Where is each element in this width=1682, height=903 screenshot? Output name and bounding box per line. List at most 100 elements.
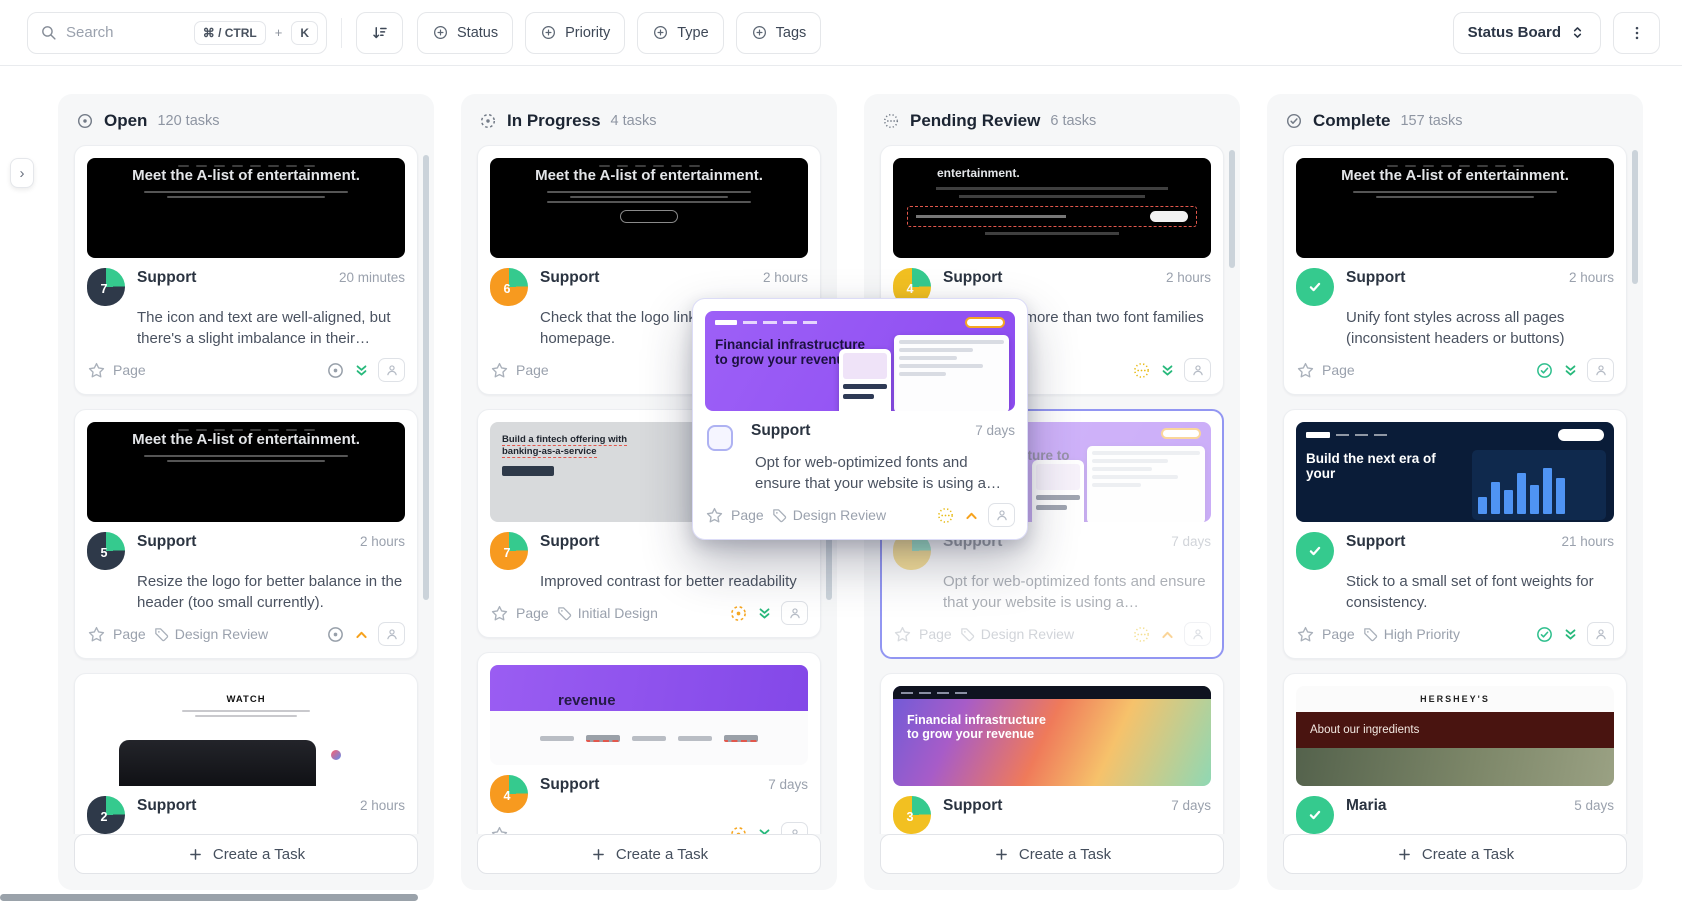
label-text: High Priority [1384, 626, 1460, 642]
favorite-star-icon[interactable] [490, 825, 509, 835]
decoration [776, 512, 778, 514]
create-task-button[interactable]: Create a Task [880, 834, 1224, 874]
decoration [1593, 362, 1609, 378]
assignee-placeholder[interactable] [378, 622, 405, 646]
view-switcher-button[interactable]: Status Board [1453, 12, 1601, 54]
card-description: Resize the logo for better balance in th… [137, 571, 405, 613]
priority-low-icon[interactable] [1561, 625, 1580, 644]
favorite-star-icon[interactable] [87, 625, 106, 644]
decoration [737, 611, 741, 615]
status-pending-icon[interactable] [1132, 625, 1151, 644]
task-card[interactable]: Financial infrastructure to grow your re… [880, 673, 1224, 834]
filter-chip-label: Tags [776, 25, 807, 41]
decoration [632, 736, 666, 741]
horizontal-scrollbar[interactable] [0, 894, 418, 901]
card-thumbnail: Meet the A-list of entertainment. [1296, 158, 1614, 258]
task-card[interactable]: Build the next era of yourSupport21 hour… [1283, 409, 1627, 659]
priority-low-icon[interactable] [755, 825, 774, 835]
assignee-placeholder[interactable] [1184, 622, 1211, 646]
status-complete-icon[interactable] [1535, 361, 1554, 380]
task-select-checkbox[interactable] [707, 425, 733, 451]
priority-low-icon[interactable] [352, 361, 371, 380]
status-in-progress-icon[interactable] [729, 825, 748, 835]
decoration [708, 508, 722, 521]
avatar-count: 3 [907, 810, 914, 824]
column-scrollbar[interactable] [1229, 150, 1235, 268]
card-title: Support [943, 269, 1002, 287]
assignee-placeholder[interactable] [988, 503, 1015, 527]
decoration [1628, 24, 1646, 42]
decoration [326, 358, 405, 382]
assignee-avatar-badge [1296, 532, 1334, 570]
priority-high-icon[interactable] [352, 625, 371, 644]
task-card[interactable]: revenue4Support7 days [477, 652, 821, 834]
favorite-star-icon[interactable] [1296, 625, 1315, 644]
filter-chip-priority[interactable]: Priority [525, 12, 625, 54]
decoration: Support2 hours [137, 797, 405, 815]
filter-chip-type[interactable]: Type [637, 12, 723, 54]
card-title: Support [943, 797, 1002, 815]
card-type-label: Page [1322, 626, 1355, 642]
column-scrollbar[interactable] [423, 155, 429, 600]
column-title: Complete [1313, 111, 1390, 131]
create-task-button[interactable]: Create a Task [477, 834, 821, 874]
decoration [962, 506, 981, 525]
create-task-button[interactable]: Create a Task [74, 834, 418, 874]
priority-low-icon[interactable] [1158, 361, 1177, 380]
favorite-star-icon[interactable] [490, 361, 509, 380]
task-card[interactable]: Meet the A-list of entertainment.7Suppor… [74, 145, 418, 395]
filter-chip-tags[interactable]: Tags [736, 12, 822, 54]
search-box[interactable]: ⌘ / CTRL + K [27, 12, 327, 54]
decoration [1569, 24, 1586, 41]
favorite-star-icon[interactable] [1296, 361, 1315, 380]
decoration [965, 317, 1005, 328]
column-scrollbar[interactable] [1632, 150, 1638, 284]
card-timestamp: 2 hours [360, 534, 405, 549]
check-icon [1306, 806, 1325, 825]
column-footer: Create a Task [58, 834, 434, 890]
priority-high-icon[interactable] [962, 506, 981, 525]
decoration [792, 830, 796, 834]
status-pending-icon[interactable] [936, 506, 955, 525]
assignee-placeholder[interactable] [378, 358, 405, 382]
task-card[interactable]: Meet the A-list of entertainment.Support… [1283, 145, 1627, 395]
decoration [387, 371, 395, 374]
status-in-progress-icon[interactable] [729, 604, 748, 623]
task-card[interactable]: HERSHEY'SAbout our ingredientsMaria5 day… [1283, 673, 1627, 834]
decoration [331, 750, 341, 760]
status-pending-icon[interactable] [1132, 361, 1151, 380]
assignee-placeholder[interactable] [781, 822, 808, 834]
favorite-star-icon[interactable] [87, 361, 106, 380]
dragged-task-card[interactable]: Financial infrastructure to grow your re… [692, 298, 1028, 540]
status-complete-icon[interactable] [1535, 625, 1554, 644]
decoration [715, 320, 737, 325]
decoration [158, 631, 160, 633]
status-open-icon[interactable] [326, 361, 345, 380]
favorite-star-icon[interactable] [705, 506, 724, 525]
decoration: Support7 days [540, 776, 808, 794]
task-card[interactable]: Meet the A-list of entertainment.5Suppor… [74, 409, 418, 659]
favorite-star-icon[interactable] [490, 604, 509, 623]
status-open-icon[interactable] [326, 625, 345, 644]
sort-button[interactable] [356, 12, 403, 54]
assignee-placeholder[interactable] [1587, 622, 1614, 646]
decoration [438, 30, 443, 35]
decoration [119, 740, 316, 786]
card-title: Support [540, 776, 599, 794]
filter-chip-status[interactable]: Status [417, 12, 513, 54]
column-task-count: 4 tasks [611, 113, 657, 129]
assignee-placeholder[interactable] [1184, 358, 1211, 382]
priority-low-icon[interactable] [1561, 361, 1580, 380]
task-card[interactable]: WATCH2Support2 hoursReplace current "Lea… [74, 673, 418, 834]
overflow-menu-button[interactable] [1613, 12, 1660, 54]
sidebar-expand-button[interactable]: › [10, 158, 34, 188]
decoration [985, 232, 1118, 235]
assignee-placeholder[interactable] [781, 601, 808, 625]
create-task-button[interactable]: Create a Task [1283, 834, 1627, 874]
search-input[interactable] [66, 24, 185, 41]
assignee-placeholder[interactable] [1587, 358, 1614, 382]
decoration [1158, 625, 1177, 644]
priority-high-icon[interactable] [1158, 625, 1177, 644]
favorite-star-icon[interactable] [893, 625, 912, 644]
priority-low-icon[interactable] [755, 604, 774, 623]
